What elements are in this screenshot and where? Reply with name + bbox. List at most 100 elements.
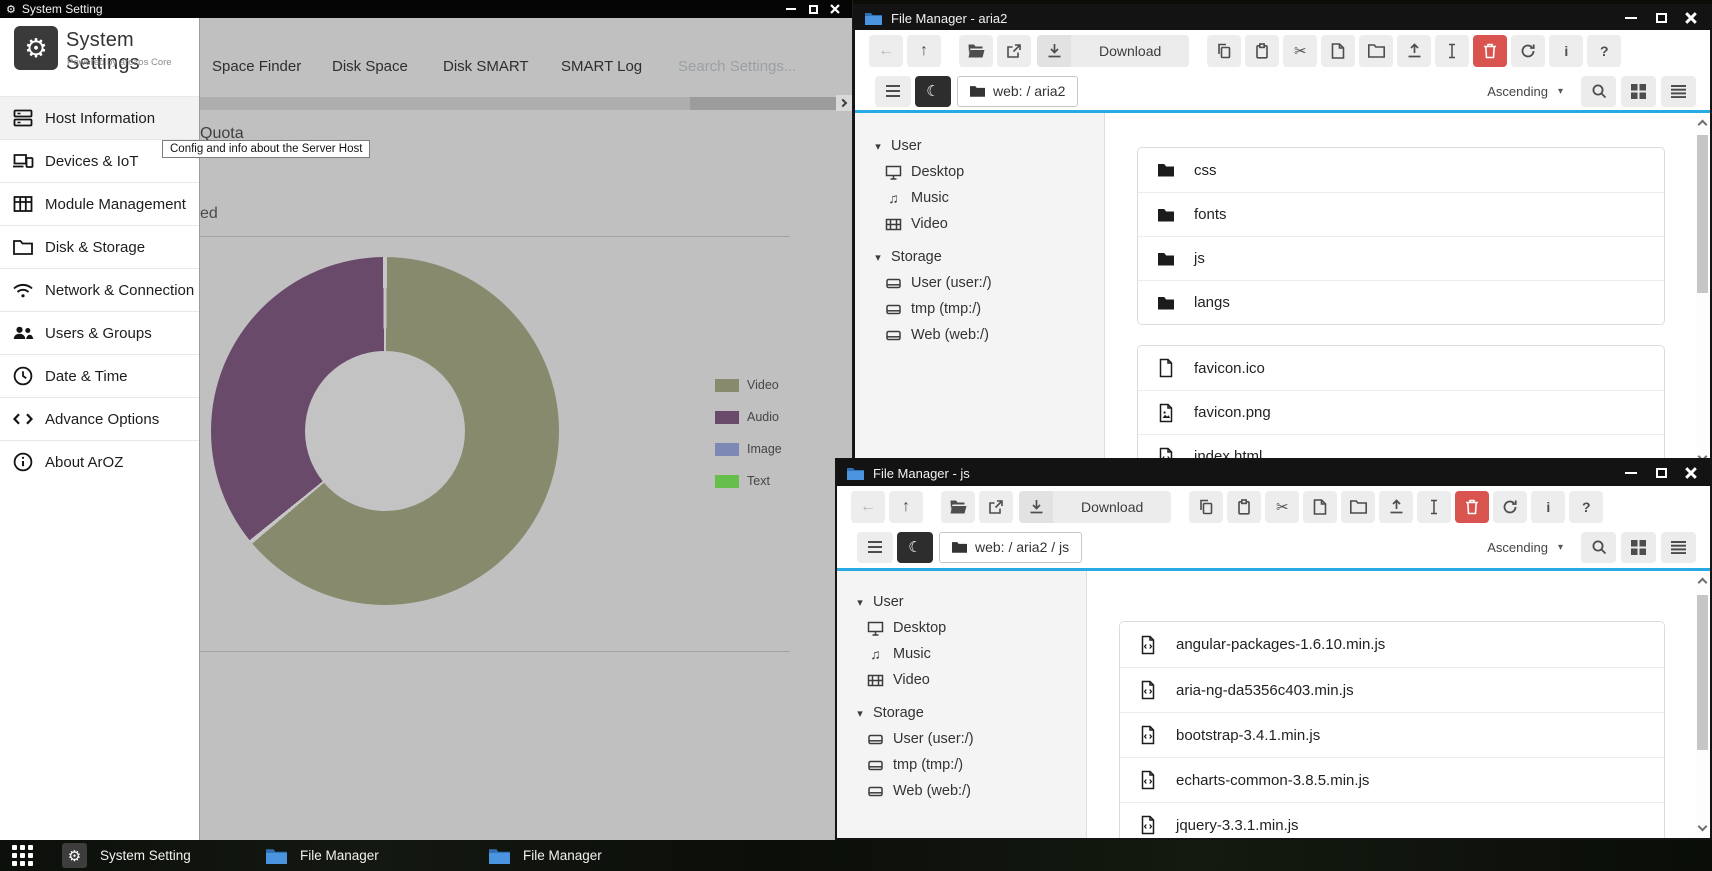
delete-button[interactable]: [1455, 491, 1489, 523]
refresh-button[interactable]: [1511, 35, 1545, 67]
delete-button[interactable]: [1473, 35, 1507, 67]
help-button[interactable]: ?: [1587, 35, 1621, 67]
external-open-button[interactable]: [997, 35, 1031, 67]
file-row-fonts[interactable]: fonts: [1138, 192, 1664, 236]
legend-item-image[interactable]: Image: [715, 442, 782, 456]
close-icon[interactable]: [824, 1, 846, 17]
legend-item-text[interactable]: Text: [715, 474, 770, 488]
fm-js-titlebar[interactable]: File Manager - js: [837, 460, 1710, 486]
minimize-icon[interactable]: [780, 1, 802, 17]
sidebar-item-date-time[interactable]: Date & Time: [0, 354, 199, 397]
file-row-angular[interactable]: angular-packages-1.6.10.min.js: [1120, 622, 1664, 667]
sidebar-item-module-management[interactable]: Module Management: [0, 182, 199, 225]
paste-button[interactable]: [1245, 35, 1279, 67]
open-folder-button[interactable]: [941, 491, 975, 523]
sidebar-item-advance-options[interactable]: Advance Options: [0, 397, 199, 440]
copy-button[interactable]: [1207, 35, 1241, 67]
scrollbar-thumb[interactable]: [1697, 595, 1708, 750]
tree-item-web-drive[interactable]: Web (web:/): [855, 322, 1104, 348]
sidebar-item-network-connection[interactable]: Network & Connection: [0, 268, 199, 311]
grid-view-button[interactable]: [1621, 76, 1656, 107]
tree-item-video[interactable]: Video: [837, 667, 1086, 693]
tree-section-storage[interactable]: ▾ Storage: [855, 244, 1104, 270]
scrollbar-thumb[interactable]: [1697, 135, 1708, 293]
donut-chart[interactable]: [211, 257, 559, 605]
maximize-icon[interactable]: [802, 1, 824, 17]
tabs-scrollbar[interactable]: [200, 97, 836, 110]
back-button[interactable]: ←: [869, 35, 903, 67]
tab-disk-smart[interactable]: Disk SMART: [443, 58, 529, 75]
tree-item-video[interactable]: Video: [855, 211, 1104, 237]
legend-item-audio[interactable]: Audio: [715, 410, 779, 424]
info-button[interactable]: i: [1549, 35, 1583, 67]
sidebar-item-users-groups[interactable]: Users & Groups: [0, 311, 199, 354]
menu-button[interactable]: [857, 532, 893, 563]
scroll-up-icon[interactable]: [1698, 578, 1708, 588]
list-view-button[interactable]: [1661, 532, 1696, 563]
open-folder-button[interactable]: [959, 35, 993, 67]
rename-button[interactable]: [1435, 35, 1469, 67]
external-open-button[interactable]: [979, 491, 1013, 523]
app-launcher-icon[interactable]: [12, 845, 33, 866]
download-button[interactable]: Download: [1019, 491, 1171, 523]
up-button[interactable]: ↑: [907, 35, 941, 67]
cut-button[interactable]: ✂: [1265, 491, 1299, 523]
tree-section-user[interactable]: ▾ User: [855, 133, 1104, 159]
upload-button[interactable]: [1379, 491, 1413, 523]
help-button[interactable]: ?: [1569, 491, 1603, 523]
file-row-favicon-ico[interactable]: favicon.ico: [1138, 346, 1664, 390]
dark-mode-button[interactable]: ☾: [915, 76, 951, 107]
dark-mode-button[interactable]: ☾: [897, 532, 933, 563]
sort-dropdown[interactable]: Ascending ▾: [1487, 540, 1563, 555]
close-icon[interactable]: [1680, 10, 1702, 26]
copy-button[interactable]: [1189, 491, 1223, 523]
system-settings-titlebar[interactable]: ⚙ System Setting: [0, 0, 852, 18]
file-row-js[interactable]: js: [1138, 236, 1664, 280]
sort-dropdown[interactable]: Ascending ▾: [1487, 84, 1563, 99]
tree-item-tmp-drive[interactable]: tmp (tmp:/): [837, 752, 1086, 778]
minimize-icon[interactable]: [1620, 465, 1642, 481]
new-folder-button[interactable]: [1341, 491, 1375, 523]
tree-item-web-drive[interactable]: Web (web:/): [837, 778, 1086, 804]
tree-section-storage[interactable]: ▾ Storage: [837, 700, 1086, 726]
up-button[interactable]: ↑: [889, 491, 923, 523]
new-file-button[interactable]: [1321, 35, 1355, 67]
upload-button[interactable]: [1397, 35, 1431, 67]
refresh-button[interactable]: [1493, 491, 1527, 523]
tree-item-user-drive[interactable]: User (user:/): [855, 270, 1104, 296]
cut-button[interactable]: ✂: [1283, 35, 1317, 67]
scroll-down-icon[interactable]: [1698, 822, 1708, 832]
tree-item-music[interactable]: ♫ Music: [855, 185, 1104, 211]
taskbar-item-file-manager-1[interactable]: File Manager: [266, 840, 379, 871]
info-button[interactable]: i: [1531, 491, 1565, 523]
file-row-bootstrap[interactable]: bootstrap-3.4.1.min.js: [1120, 712, 1664, 757]
download-button[interactable]: Download: [1037, 35, 1189, 67]
file-row-echarts[interactable]: echarts-common-3.8.5.min.js: [1120, 757, 1664, 802]
sidebar-item-disk-storage[interactable]: Disk & Storage: [0, 225, 199, 268]
tab-smart-log[interactable]: SMART Log: [561, 58, 642, 75]
minimize-icon[interactable]: [1620, 10, 1642, 26]
scrollbar[interactable]: [1695, 113, 1710, 468]
fm-aria2-titlebar[interactable]: File Manager - aria2: [855, 6, 1710, 30]
tree-item-tmp-drive[interactable]: tmp (tmp:/): [855, 296, 1104, 322]
list-view-button[interactable]: [1661, 76, 1696, 107]
search-settings-input[interactable]: Search Settings...: [678, 58, 796, 75]
file-row-aria-ng[interactable]: aria-ng-da5356c403.min.js: [1120, 667, 1664, 712]
rename-button[interactable]: [1417, 491, 1451, 523]
legend-item-video[interactable]: Video: [715, 378, 779, 392]
close-icon[interactable]: [1680, 465, 1702, 481]
tab-disk-space[interactable]: Disk Space: [332, 58, 408, 75]
search-button[interactable]: [1581, 76, 1616, 107]
tree-section-user[interactable]: ▾ User: [837, 589, 1086, 615]
sidebar-item-host-information[interactable]: Host Information: [0, 96, 199, 139]
taskbar-item-file-manager-2[interactable]: File Manager: [489, 840, 602, 871]
taskbar-item-system-setting[interactable]: ⚙ System Setting: [62, 840, 191, 871]
maximize-icon[interactable]: [1650, 465, 1672, 481]
sidebar-item-about-aroz[interactable]: About ArOZ: [0, 440, 199, 483]
tree-item-user-drive[interactable]: User (user:/): [837, 726, 1086, 752]
file-row-langs[interactable]: langs: [1138, 280, 1664, 324]
file-row-favicon-png[interactable]: favicon.png: [1138, 390, 1664, 434]
paste-button[interactable]: [1227, 491, 1261, 523]
search-button[interactable]: [1581, 532, 1616, 563]
breadcrumb[interactable]: web: / aria2 / js: [939, 532, 1082, 563]
